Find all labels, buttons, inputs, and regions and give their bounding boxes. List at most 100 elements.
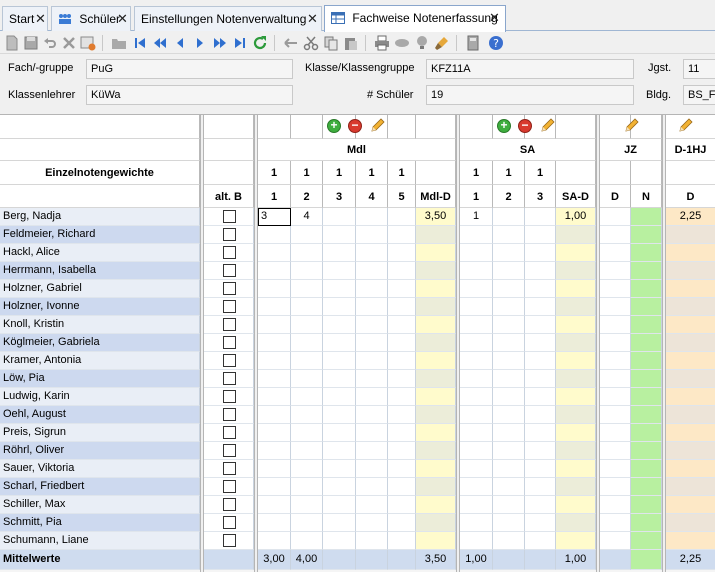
grade-cell-s2[interactable] xyxy=(493,262,525,280)
grade-cell-s3[interactable] xyxy=(525,352,556,370)
lightbulb-icon[interactable] xyxy=(414,35,430,51)
edit-pencil-icon[interactable] xyxy=(539,118,555,134)
close-icon[interactable]: ✕ xyxy=(117,11,128,27)
tab-einstellungen[interactable]: Einstellungen Notenverwaltung ✕ xyxy=(134,6,322,31)
grade-cell-s1[interactable] xyxy=(460,298,493,316)
undo-icon[interactable] xyxy=(42,35,58,51)
folder-icon[interactable] xyxy=(111,35,127,51)
grade-cell-jn[interactable] xyxy=(631,208,662,226)
grade-cell-m5[interactable] xyxy=(388,442,416,460)
grade-cell-s3[interactable] xyxy=(525,442,556,460)
first-record-icon[interactable] xyxy=(132,35,148,51)
grade-cell-m5[interactable] xyxy=(388,316,416,334)
help-icon[interactable]: ? xyxy=(488,35,504,51)
tab-schueler[interactable]: Schüler ✕ xyxy=(51,6,131,31)
grade-cell-m5[interactable] xyxy=(388,532,416,550)
student-name[interactable]: Kramer, Antonia xyxy=(0,352,200,370)
grade-cell-m1[interactable] xyxy=(258,496,291,514)
add-column-button[interactable]: + xyxy=(497,119,511,133)
alt-b-checkbox[interactable] xyxy=(223,426,236,439)
grade-cell-jd[interactable] xyxy=(600,208,631,226)
grade-cell-s3[interactable] xyxy=(525,208,556,226)
alt-b-checkbox[interactable] xyxy=(223,498,236,511)
grade-cell-m3[interactable] xyxy=(323,244,356,262)
grade-cell-m2[interactable] xyxy=(291,388,323,406)
grade-cell-s3[interactable] xyxy=(525,514,556,532)
grade-cell-m4[interactable] xyxy=(356,460,388,478)
grade-cell-s3[interactable] xyxy=(525,478,556,496)
previous-icon[interactable] xyxy=(172,35,188,51)
grade-cell-m4[interactable] xyxy=(356,442,388,460)
student-name[interactable]: Holzner, Gabriel xyxy=(0,280,200,298)
grade-cell-m2[interactable] xyxy=(291,514,323,532)
tab-start[interactable]: Start ✕ xyxy=(2,6,48,31)
grade-cell-s1[interactable] xyxy=(460,226,493,244)
grade-cell-s2[interactable] xyxy=(493,478,525,496)
rewind-icon[interactable] xyxy=(152,35,168,51)
grade-cell-m1[interactable] xyxy=(258,352,291,370)
grade-cell-jd[interactable] xyxy=(600,424,631,442)
grade-cell-s3[interactable] xyxy=(525,388,556,406)
export-icon[interactable] xyxy=(80,35,96,51)
klasse-field[interactable]: KFZ11A xyxy=(426,59,634,79)
grade-cell-s1[interactable] xyxy=(460,262,493,280)
student-name[interactable]: Hackl, Alice xyxy=(0,244,200,262)
grade-cell-m4[interactable] xyxy=(356,388,388,406)
student-name[interactable]: Feldmeier, Richard xyxy=(0,226,200,244)
grade-cell-s2[interactable] xyxy=(493,424,525,442)
grade-cell-s2[interactable] xyxy=(493,406,525,424)
student-name[interactable]: Knoll, Kristin xyxy=(0,316,200,334)
grade-cell-m4[interactable] xyxy=(356,496,388,514)
alt-b-checkbox[interactable] xyxy=(223,462,236,475)
tab-fachweise-notenerfassung[interactable]: Fachweise Notenerfassung ✕ xyxy=(324,5,506,32)
grade-cell-m2[interactable] xyxy=(291,496,323,514)
lehrer-field[interactable]: KüWa xyxy=(86,85,293,105)
fach-field[interactable]: PuG xyxy=(86,59,293,79)
grade-cell-jd[interactable] xyxy=(600,370,631,388)
close-icon[interactable]: ✕ xyxy=(35,11,46,27)
grade-cell-s1[interactable] xyxy=(460,460,493,478)
grade-cell-jn[interactable] xyxy=(631,334,662,352)
grade-cell-s3[interactable] xyxy=(525,262,556,280)
grade-cell-s3[interactable] xyxy=(525,370,556,388)
grade-cell-m1[interactable] xyxy=(258,262,291,280)
calculator-icon[interactable] xyxy=(465,35,481,51)
grade-cell-m3[interactable] xyxy=(323,442,356,460)
remove-column-button[interactable]: − xyxy=(518,119,532,133)
student-name[interactable]: Preis, Sigrun xyxy=(0,424,200,442)
student-name[interactable]: Löw, Pia xyxy=(0,370,200,388)
grade-cell-s2[interactable] xyxy=(493,208,525,226)
comment-icon[interactable] xyxy=(394,35,410,51)
grade-cell-m1[interactable] xyxy=(258,406,291,424)
delete-icon[interactable] xyxy=(61,35,77,51)
grade-cell-m2[interactable] xyxy=(291,352,323,370)
grade-cell-jn[interactable] xyxy=(631,532,662,550)
print-icon[interactable] xyxy=(374,35,390,51)
grade-cell-s2[interactable] xyxy=(493,370,525,388)
grade-cell-m1[interactable] xyxy=(258,226,291,244)
grade-cell-m4[interactable] xyxy=(356,334,388,352)
grade-cell-m1[interactable] xyxy=(258,334,291,352)
grade-cell-s3[interactable] xyxy=(525,496,556,514)
grade-cell-jn[interactable] xyxy=(631,442,662,460)
grade-cell-m3[interactable] xyxy=(323,316,356,334)
grade-cell-m3[interactable] xyxy=(323,496,356,514)
copy-icon[interactable] xyxy=(323,35,339,51)
grade-cell-m1[interactable] xyxy=(258,244,291,262)
grade-cell-m5[interactable] xyxy=(388,478,416,496)
grade-cell-m5[interactable] xyxy=(388,406,416,424)
cut-icon[interactable] xyxy=(303,35,319,51)
grade-cell-s3[interactable] xyxy=(525,424,556,442)
alt-b-checkbox[interactable] xyxy=(223,336,236,349)
grade-cell-m5[interactable] xyxy=(388,514,416,532)
student-name[interactable]: Schmitt, Pia xyxy=(0,514,200,532)
grade-cell-m2[interactable] xyxy=(291,226,323,244)
grade-cell-jn[interactable] xyxy=(631,496,662,514)
grade-cell-jn[interactable] xyxy=(631,262,662,280)
grade-cell-m4[interactable] xyxy=(356,316,388,334)
student-name[interactable]: Röhrl, Oliver xyxy=(0,442,200,460)
grade-cell-jn[interactable] xyxy=(631,514,662,532)
grade-cell-s1[interactable] xyxy=(460,514,493,532)
alt-b-checkbox[interactable] xyxy=(223,300,236,313)
alt-b-checkbox[interactable] xyxy=(223,408,236,421)
